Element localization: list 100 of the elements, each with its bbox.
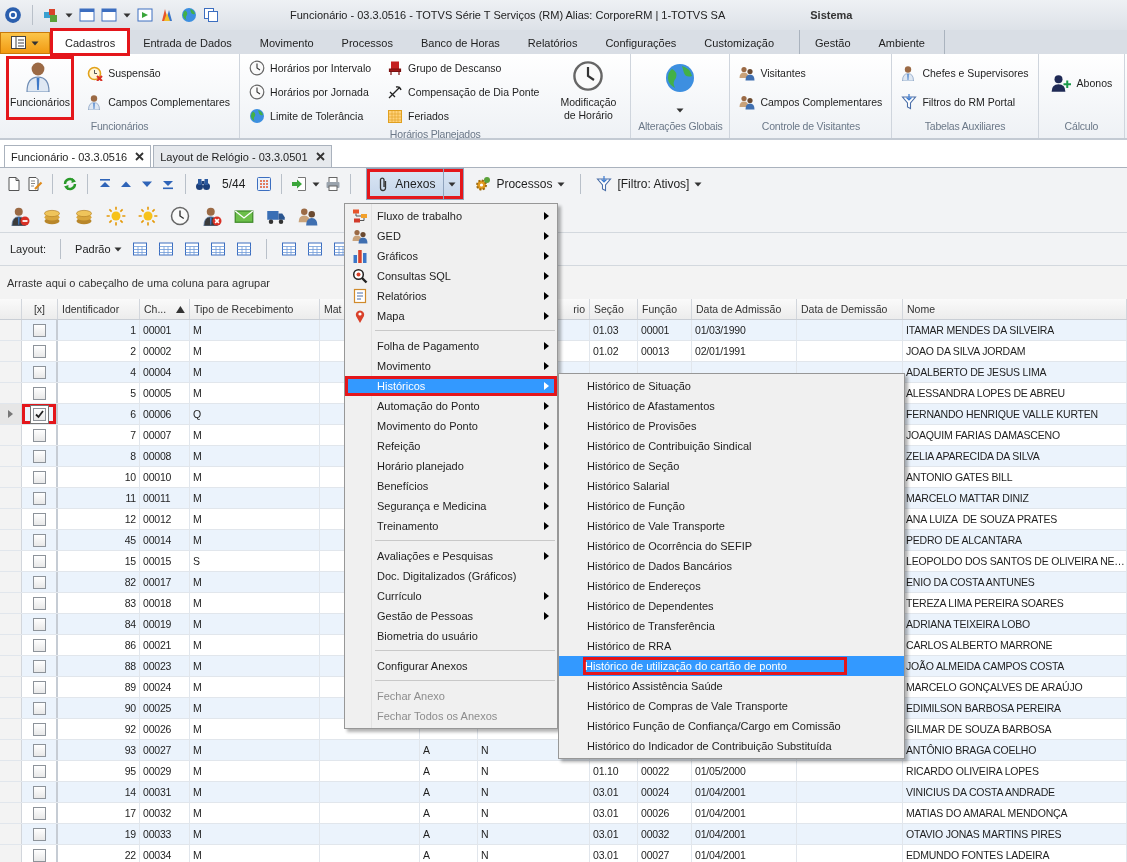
checkbox[interactable]: [32, 491, 46, 505]
document-tab[interactable]: Layout de Relógio - 03.3.0501: [153, 145, 332, 167]
ribbon-button[interactable]: Visitantes: [736, 62, 886, 83]
menu-item[interactable]: Histórico de Provisões: [559, 416, 904, 436]
ribbon-large-button[interactable]: Funcionários: [6, 56, 75, 120]
menu-item[interactable]: Gráficos: [345, 246, 557, 266]
ribbon-button[interactable]: Campos Complementares: [736, 91, 886, 112]
ribbon-large-button[interactable]: Modificação de Horário: [552, 56, 625, 128]
checkbox[interactable]: [32, 470, 46, 484]
checkbox[interactable]: [32, 386, 46, 400]
logo-icon[interactable]: [4, 6, 22, 24]
menu-item[interactable]: Histórico Salarial: [559, 476, 904, 496]
filter-button[interactable]: [Filtro: Ativos]: [590, 176, 709, 192]
checkbox[interactable]: [32, 743, 46, 757]
checkbox[interactable]: [32, 407, 46, 421]
column-header-label[interactable]: Data de Demissão: [801, 303, 888, 315]
calendar-grid-icon[interactable]: [256, 176, 273, 192]
ribbon-button[interactable]: Filtros do RM Portal: [898, 91, 1032, 112]
checkbox[interactable]: [32, 365, 46, 379]
sun-icon[interactable]: [106, 206, 126, 226]
dropdown-caret-icon[interactable]: [312, 180, 321, 188]
checkbox[interactable]: [32, 512, 46, 526]
checkbox[interactable]: [32, 617, 46, 631]
menu-item[interactable]: Segurança e Medicina: [345, 496, 557, 516]
column-header[interactable]: Data de Admissão: [692, 299, 797, 319]
ribbon-tab[interactable]: Processos: [328, 30, 406, 54]
people-icon[interactable]: [298, 206, 318, 226]
ribbon-button[interactable]: Chefes e Supervisores: [898, 62, 1032, 83]
menu-item[interactable]: Histórico de Ocorrência do SEFIP: [559, 536, 904, 556]
menu-item[interactable]: Treinamento: [345, 516, 557, 536]
checkbox[interactable]: [32, 722, 46, 736]
table-icon[interactable]: [131, 241, 148, 257]
dropdown-caret-icon[interactable]: [123, 11, 131, 19]
checkbox[interactable]: [32, 659, 46, 673]
menu-item[interactable]: Histórico de Afastamentos: [559, 396, 904, 416]
menu-item[interactable]: Histórico de Transferência: [559, 616, 904, 636]
ribbon-tab[interactable]: Relatórios: [514, 30, 591, 54]
menu-item[interactable]: Fluxo de trabalho: [345, 206, 557, 226]
document-tab[interactable]: Funcionário - 03.3.0516: [4, 145, 152, 167]
menu-item[interactable]: Doc. Digitalizados (Gráficos): [345, 566, 557, 586]
ribbon-tab[interactable]: Banco de Horas: [407, 30, 513, 54]
document-tab-label[interactable]: Layout de Relógio - 03.3.0501: [160, 150, 308, 163]
column-header[interactable]: Nome: [903, 299, 1127, 319]
ribbon-tab[interactable]: Customização: [691, 30, 788, 54]
column-header-label[interactable]: Data de Admissão: [696, 303, 782, 315]
ribbon-button[interactable]: Grupo de Descanso: [384, 58, 543, 78]
ribbon-button[interactable]: Campos Complementares: [84, 91, 234, 112]
ribbon-tab[interactable]: Entrada de Dados: [130, 30, 245, 54]
person-minus-icon[interactable]: [10, 206, 30, 226]
column-header-label[interactable]: Tipo de Recebimento: [194, 303, 294, 315]
menu-item[interactable]: Histórico de Situação: [559, 376, 904, 396]
menu-item[interactable]: Histórico de Contribuição Sindical: [559, 436, 904, 456]
table-icon[interactable]: [235, 241, 252, 257]
ribbon-tab[interactable]: Cadastros: [52, 30, 129, 54]
menu-item[interactable]: Automação do Ponto: [345, 396, 557, 416]
menu-item[interactable]: Histórico de Dados Bancários: [559, 556, 904, 576]
column-header[interactable]: Ch...: [140, 299, 190, 319]
sun-icon[interactable]: [138, 206, 158, 226]
printer-icon[interactable]: [325, 176, 342, 192]
close-icon[interactable]: [315, 152, 325, 161]
menu-item[interactable]: Histórico de Compras de Vale Transporte: [559, 696, 904, 716]
ribbon-button[interactable]: Limite de Tolerância: [246, 106, 375, 126]
column-header-label[interactable]: Nome: [907, 303, 935, 315]
column-header-label[interactable]: Ch...: [144, 303, 167, 315]
ribbon-button[interactable]: Horários por Intervalo: [246, 58, 375, 78]
processos-button[interactable]: Processos: [469, 176, 572, 192]
table-icon[interactable]: [183, 241, 200, 257]
menu-item[interactable]: Mapa: [345, 306, 557, 326]
person-x-icon[interactable]: [202, 206, 222, 226]
checkbox[interactable]: [32, 764, 46, 778]
application-menu-button[interactable]: [0, 32, 50, 54]
checkbox[interactable]: [32, 344, 46, 358]
menu-item[interactable]: Gestão de Pessoas: [345, 606, 557, 626]
column-header-label[interactable]: Identificador: [62, 303, 120, 315]
document-tab-label[interactable]: Funcionário - 03.3.0516: [11, 150, 128, 163]
checkbox[interactable]: [32, 428, 46, 442]
anexos-split-button[interactable]: Anexos: [366, 168, 465, 200]
menu-item[interactable]: Histórico de Vale Transporte: [559, 516, 904, 536]
ribbon-button[interactable]: Abonos: [1044, 54, 1119, 112]
column-header-label[interactable]: Função: [642, 303, 678, 315]
column-header[interactable]: Função: [638, 299, 692, 319]
ribbon-button[interactable]: Suspensão: [84, 62, 234, 83]
checkbox[interactable]: [32, 575, 46, 589]
column-header-label[interactable]: Mat: [324, 303, 342, 315]
ribbon-button[interactable]: Compensação de Dia Ponte: [384, 82, 543, 102]
checkbox[interactable]: [32, 701, 46, 715]
layout-dropdown[interactable]: Padrão: [75, 243, 122, 255]
column-header[interactable]: Tipo de Recebimento: [190, 299, 320, 319]
ribbon-tab[interactable]: Ambiente: [865, 30, 938, 54]
menu-item[interactable]: Histórico de Dependentes: [559, 596, 904, 616]
menu-item[interactable]: Histórico Assistência Saúde: [559, 676, 904, 696]
menu-item[interactable]: Avaliações e Pesquisas: [345, 546, 557, 566]
column-header[interactable]: Data de Demissão: [797, 299, 903, 319]
checkbox[interactable]: [32, 554, 46, 568]
menu-item[interactable]: Configurar Anexos: [345, 656, 557, 676]
column-header-label[interactable]: rio: [573, 303, 585, 315]
menu-item[interactable]: Histórico de Endereços: [559, 576, 904, 596]
menu-item[interactable]: Histórico de Seção: [559, 456, 904, 476]
menu-item[interactable]: Histórico de RRA: [559, 636, 904, 656]
ribbon-button[interactable]: Feriados: [384, 106, 543, 126]
